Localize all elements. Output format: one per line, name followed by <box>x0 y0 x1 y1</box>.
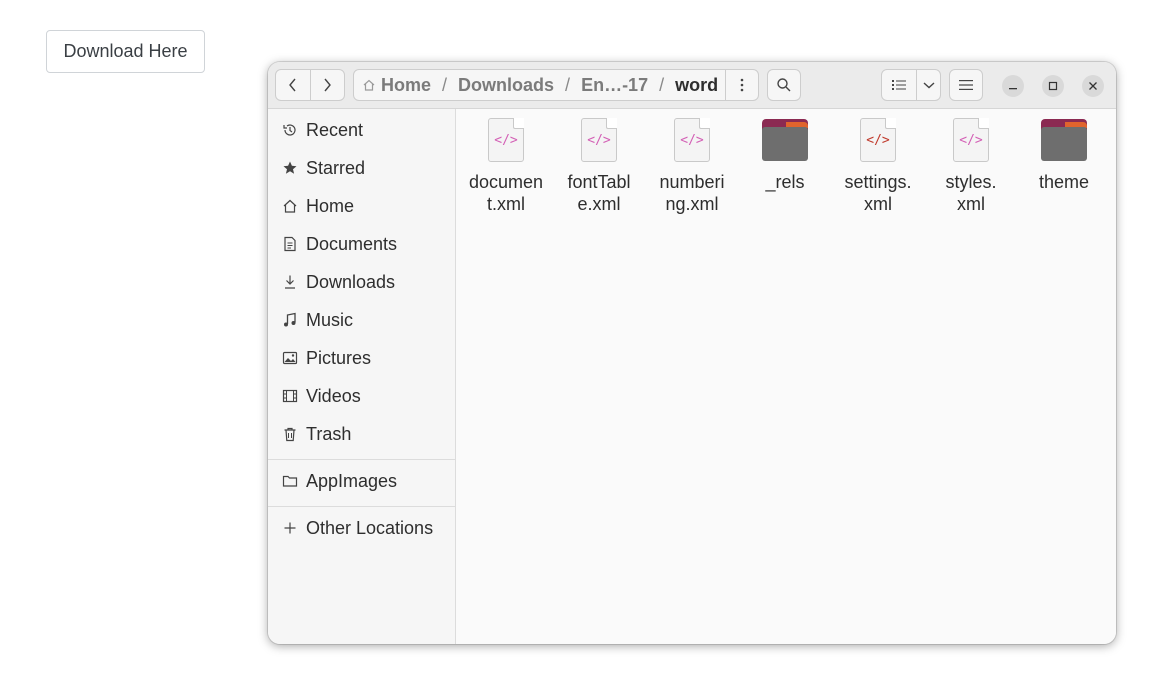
view-toggle <box>881 69 941 101</box>
picture-icon <box>282 350 298 366</box>
sidebar-divider <box>268 459 455 460</box>
file-name: styles. xml <box>945 172 997 214</box>
path-segment-home[interactable]: Home <box>379 75 433 96</box>
list-view-button[interactable] <box>882 70 917 100</box>
sidebar-item-label: Home <box>306 195 355 216</box>
path-separator: / <box>442 74 448 95</box>
sidebar-divider <box>268 506 455 507</box>
forward-button[interactable] <box>311 70 345 100</box>
vertical-dots-icon <box>740 78 744 92</box>
file-name: settings. xml <box>844 172 912 214</box>
header-bar: Home / Downloads / En…-17 / word <box>268 62 1116 109</box>
path-bar: Home / Downloads / En…-17 / word <box>353 69 759 101</box>
trash-icon <box>282 426 298 442</box>
document-icon <box>282 236 298 252</box>
file-item-document-xml[interactable]: </> documen t.xml <box>462 117 550 215</box>
search-icon <box>777 78 791 92</box>
file-item-fonttable-xml[interactable]: </> fontTabl e.xml <box>555 117 643 215</box>
sidebar-item-starred[interactable]: Starred <box>268 150 455 186</box>
xml-file-icon: </> <box>953 118 989 162</box>
sidebar-item-documents[interactable]: Documents <box>268 226 455 262</box>
main-menu-button[interactable] <box>949 69 983 101</box>
folder-item-rels[interactable]: _rels <box>741 117 829 193</box>
chevron-left-icon <box>288 78 296 92</box>
sidebar-item-other-locations[interactable]: Other Locations <box>268 510 455 546</box>
minimize-icon <box>1009 88 1017 90</box>
xml-file-icon: </> <box>488 118 524 162</box>
sidebar-item-appimages[interactable]: AppImages <box>268 463 455 499</box>
maximize-button[interactable] <box>1042 75 1064 97</box>
file-name: numberi ng.xml <box>659 172 725 214</box>
sidebar-item-label: Other Locations <box>306 517 434 538</box>
sidebar-item-label: Starred <box>306 157 366 178</box>
music-icon <box>282 312 298 328</box>
hamburger-icon <box>959 80 973 90</box>
view-options-button[interactable] <box>917 70 940 100</box>
folder-icon <box>762 119 808 161</box>
chevron-down-icon <box>923 82 934 89</box>
close-icon <box>1089 82 1097 90</box>
home-icon <box>282 198 298 214</box>
sidebar-item-pictures[interactable]: Pictures <box>268 340 455 376</box>
xml-file-icon: </> <box>860 118 896 162</box>
minimize-button[interactable] <box>1002 75 1024 97</box>
sidebar-item-label: Pictures <box>306 347 372 368</box>
star-icon <box>282 160 298 176</box>
list-view-icon <box>892 80 906 90</box>
path-menu-button[interactable] <box>725 70 758 100</box>
file-item-styles-xml[interactable]: </> styles. xml <box>927 117 1015 215</box>
download-here-button[interactable]: Download Here <box>46 30 205 73</box>
sidebar-item-label: AppImages <box>306 470 398 491</box>
navigation-buttons <box>275 69 345 101</box>
plus-icon <box>282 520 298 536</box>
path-segment-downloads[interactable]: Downloads <box>456 75 556 96</box>
sidebar-item-music[interactable]: Music <box>268 302 455 338</box>
path-segment-current[interactable]: word <box>673 75 720 96</box>
xml-file-icon: </> <box>674 118 710 162</box>
xml-file-icon: </> <box>581 118 617 162</box>
folder-icon <box>1041 119 1087 161</box>
file-name: theme <box>1038 172 1090 192</box>
search-button[interactable] <box>767 69 801 101</box>
path-separator: / <box>659 74 665 95</box>
file-name: _rels <box>765 172 805 192</box>
sidebar-item-downloads[interactable]: Downloads <box>268 264 455 300</box>
file-item-settings-xml[interactable]: </> settings. xml <box>834 117 922 215</box>
sidebar-item-videos[interactable]: Videos <box>268 378 455 414</box>
file-name: fontTabl e.xml <box>567 172 631 214</box>
film-icon <box>282 388 298 404</box>
sidebar: Recent Starred Home Documents Downloads … <box>268 109 456 644</box>
sidebar-item-label: Documents <box>306 233 398 254</box>
sidebar-item-trash[interactable]: Trash <box>268 416 455 452</box>
folder-item-theme[interactable]: theme <box>1020 117 1108 193</box>
sidebar-item-label: Trash <box>306 423 352 444</box>
clock-icon <box>282 122 298 138</box>
sidebar-item-home[interactable]: Home <box>268 188 455 224</box>
file-item-numbering-xml[interactable]: </> numberi ng.xml <box>648 117 736 215</box>
sidebar-item-label: Music <box>306 309 354 330</box>
maximize-icon <box>1048 81 1058 91</box>
file-manager-window: Home / Downloads / En…-17 / word Recent … <box>268 62 1116 644</box>
sidebar-item-label: Downloads <box>306 271 396 292</box>
sidebar-item-recent[interactable]: Recent <box>268 112 455 148</box>
back-button[interactable] <box>276 70 311 100</box>
file-grid: </> documen t.xml </> fontTabl e.xml </>… <box>456 109 1116 644</box>
download-icon <box>282 274 298 290</box>
sidebar-item-label: Recent <box>306 119 364 140</box>
home-icon <box>363 79 375 91</box>
file-name: documen t.xml <box>468 172 544 214</box>
path-segment-parent[interactable]: En…-17 <box>579 75 650 96</box>
sidebar-item-label: Videos <box>306 385 361 406</box>
path-separator: / <box>565 74 571 95</box>
folder-icon <box>282 473 298 489</box>
chevron-right-icon <box>324 78 332 92</box>
close-button[interactable] <box>1082 75 1104 97</box>
